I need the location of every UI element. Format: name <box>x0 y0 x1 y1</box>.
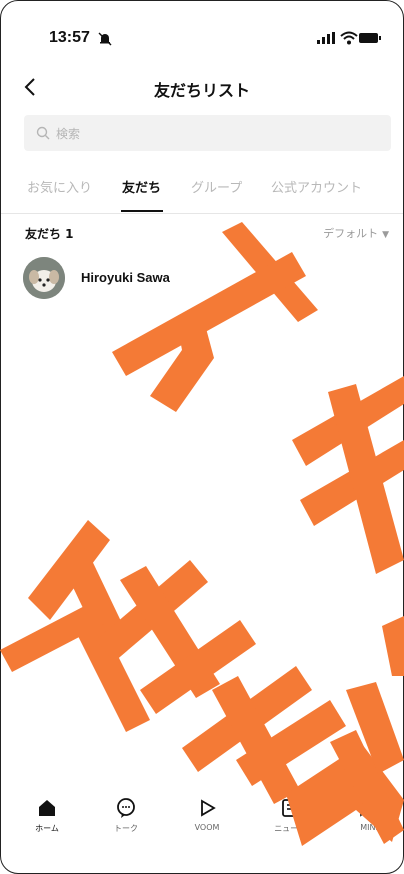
nav-talk[interactable]: トーク <box>96 791 156 834</box>
caret-down-icon: ▼ <box>382 230 389 240</box>
nav-voom-label: VOOM <box>194 823 220 832</box>
sort-label: デフォルト <box>323 227 379 240</box>
news-icon <box>282 797 301 817</box>
tab-groups[interactable]: グループ <box>191 177 242 196</box>
sort-dropdown[interactable]: デフォルト ▼ <box>323 225 389 241</box>
nav-talk-label: トーク <box>114 824 138 833</box>
tab-favorites[interactable]: お気に入り <box>27 177 92 196</box>
nav-voom[interactable]: VOOM <box>177 791 237 832</box>
mini-icon <box>360 799 378 817</box>
dog-avatar-icon <box>23 257 65 299</box>
nav-home[interactable]: ホーム <box>17 791 77 834</box>
nav-news[interactable]: ニュース <box>260 791 320 834</box>
phone-frame: 13:57 友だちリスト 検索 お気に入り 友だち グループ 公式アカウント 友… <box>0 0 404 874</box>
section-title: 友だち 1 <box>25 227 74 241</box>
nav-mini-label: MINI <box>360 823 378 832</box>
friend-name: Hiroyuki Sawa <box>81 270 170 285</box>
status-time: 13:57 <box>49 29 90 46</box>
chat-icon <box>117 798 135 818</box>
active-tab-indicator <box>121 210 163 212</box>
search-icon <box>36 126 50 140</box>
list-item[interactable]: Hiroyuki Sawa <box>1 249 403 305</box>
nav-home-label: ホーム <box>35 824 59 833</box>
avatar <box>23 257 65 299</box>
status-bar: 13:57 <box>1 1 403 71</box>
signal-icon <box>317 32 335 44</box>
search-input[interactable]: 検索 <box>24 115 391 151</box>
bottom-nav: ホーム トーク VOOM ニュース MINI <box>1 791 403 851</box>
voom-icon <box>201 799 216 817</box>
nav-news-label: ニュース <box>274 824 306 833</box>
search-placeholder: 検索 <box>56 127 81 141</box>
battery-icon <box>359 33 381 43</box>
page-title: 友だちリスト <box>153 81 250 100</box>
bell-icon <box>98 32 112 46</box>
nav-mini[interactable]: MINI <box>339 791 399 832</box>
wifi-icon <box>340 31 358 45</box>
home-icon <box>39 800 55 816</box>
divider <box>1 213 403 214</box>
tab-official-accounts[interactable]: 公式アカウント <box>271 177 362 196</box>
tab-friends[interactable]: 友だち <box>122 177 161 196</box>
tab-bar: お気に入り 友だち グループ 公式アカウント <box>1 177 403 213</box>
